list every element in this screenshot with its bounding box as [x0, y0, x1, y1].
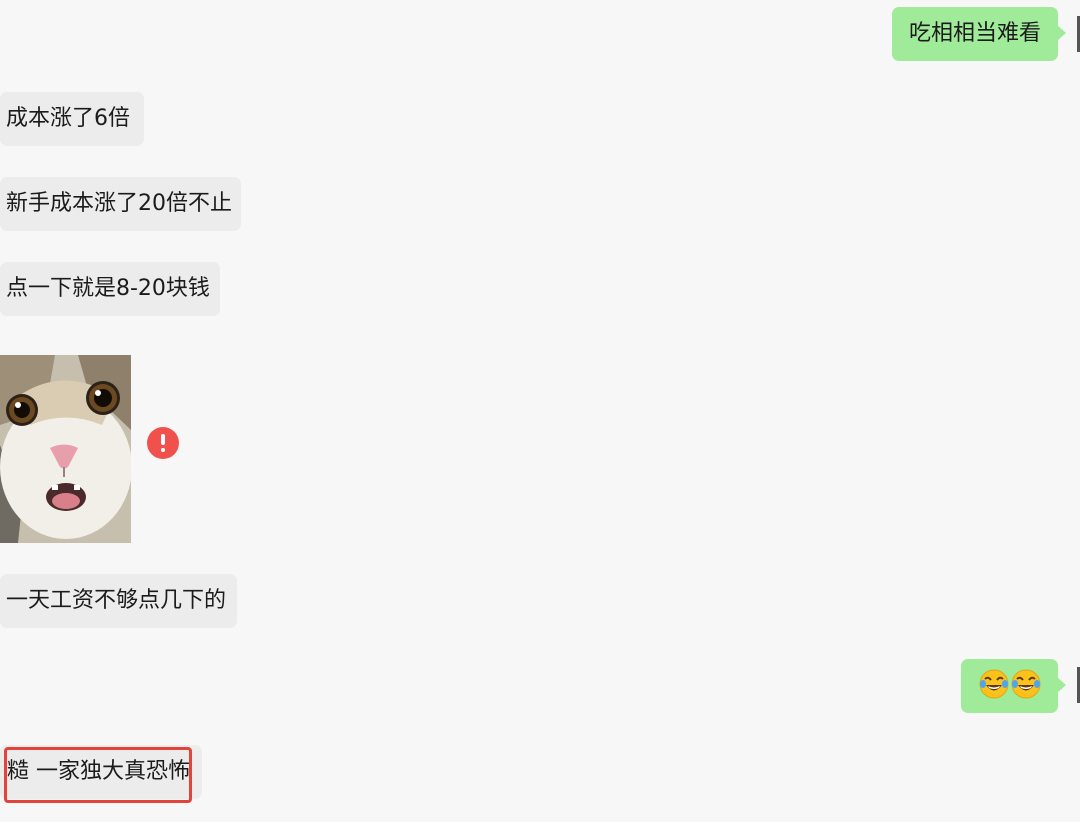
chat-message-list[interactable]: 吃相相当难看 成本涨了6倍 新手成本涨了20倍不止 点一下就是8-20块钱 一天… [0, 0, 1080, 822]
highlight-box [4, 747, 192, 803]
outgoing-message-bubble[interactable]: 吃相相当难看 [891, 7, 1067, 61]
error-icon[interactable] [147, 427, 179, 459]
cat-sticker-image[interactable] [0, 355, 131, 543]
outgoing-emoji-message-bubble[interactable] [961, 659, 1066, 713]
incoming-message-bubble[interactable]: 一天工资不够点几下的 [0, 574, 237, 628]
surprised-cat-graphic [0, 355, 131, 543]
incoming-message-bubble[interactable]: 点一下就是8-20块钱 [0, 262, 220, 316]
incoming-message-bubble[interactable]: 成本涨了6倍 [0, 92, 144, 146]
laughing-emoji-icon [1011, 669, 1041, 699]
laughing-emoji-icon [979, 669, 1009, 699]
incoming-message-bubble[interactable]: 新手成本涨了20倍不止 [0, 177, 241, 231]
